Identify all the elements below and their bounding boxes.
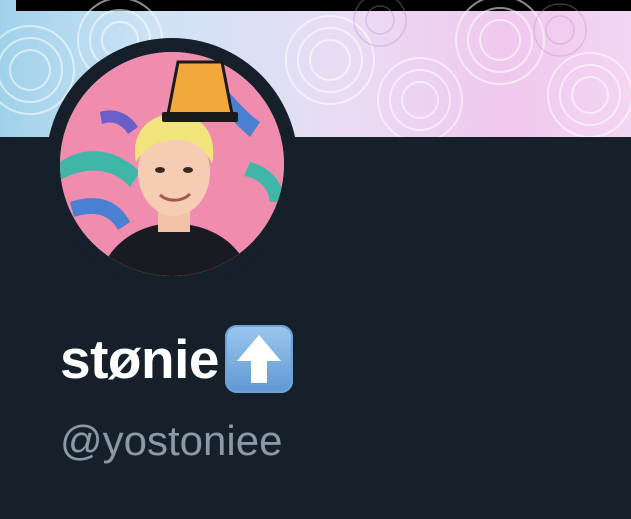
- up-arrow-emoji-icon: [224, 325, 293, 393]
- profile-handle: @yostoniee: [60, 417, 283, 464]
- display-name: støn‌ie: [60, 328, 219, 390]
- traffic-cone-hat-icon: [162, 60, 238, 122]
- display-name-row: støn‌ie: [60, 323, 293, 395]
